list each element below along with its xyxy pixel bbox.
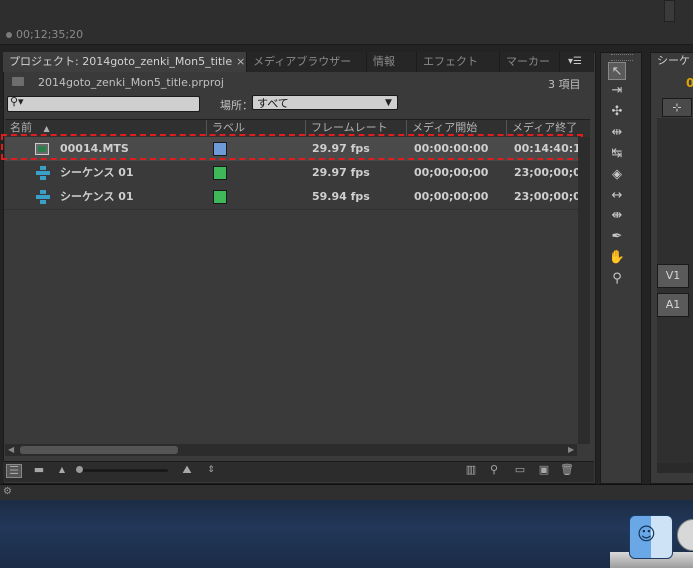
media-end-value: 23;00;00;01 (514, 190, 578, 203)
status-bar (0, 484, 693, 501)
tab-markers-label: マーカー (506, 55, 550, 68)
tab-info-label: 情報 (373, 55, 395, 68)
sort-ascending-icon: ▲ (43, 124, 50, 133)
track-v1-header[interactable]: V1 (657, 264, 689, 288)
scroll-left-icon[interactable]: ◀ (8, 445, 14, 454)
search-input[interactable] (7, 96, 200, 112)
new-item-icon[interactable]: ▣ (537, 464, 551, 476)
row-divider (5, 209, 578, 210)
tab-sequence[interactable]: シーケ (657, 52, 690, 68)
workspace-settings-icon[interactable]: ⚙ (3, 486, 12, 497)
program-monitor-strip (0, 0, 693, 45)
track-a1-header[interactable]: A1 (657, 293, 689, 317)
project-panel (3, 52, 596, 484)
find-icon[interactable]: ⚲ (487, 464, 501, 476)
zoom-tool-icon[interactable]: ⚲ (608, 270, 626, 288)
snap-button[interactable]: ⊹ (662, 98, 692, 117)
timeline-scrollbar[interactable] (657, 463, 693, 473)
location-select[interactable]: すべて (252, 95, 398, 110)
rate-stretch-tool-icon[interactable]: ↹ (608, 145, 626, 163)
search-icon[interactable]: ⚲▾ (10, 95, 24, 108)
column-label-label: ラベル (212, 121, 245, 134)
frame-rate-value: 29.97 fps (312, 166, 370, 179)
sequence-icon (36, 190, 50, 204)
project-file-name: 2014goto_zenki_Mon5_title.prproj (38, 76, 224, 89)
media-end-value: 23;00;00;01 (514, 166, 578, 179)
tab-effects-label: エフェクト (423, 55, 478, 68)
column-frame-rate-label: フレームレート (311, 121, 388, 134)
desktop-background (0, 500, 693, 568)
sort-arrows-icon[interactable]: ⇕ (204, 464, 218, 476)
label-color-swatch[interactable] (213, 166, 227, 180)
monitor-scrollbar[interactable] (664, 0, 675, 22)
hand-tool-icon[interactable]: ✋ (608, 249, 626, 267)
list-view-icon[interactable]: ☰ (6, 464, 22, 478)
new-bin-icon[interactable]: ▭ (513, 464, 527, 476)
tab-media-browser-label: メディアブラウザー (253, 55, 352, 68)
pen-tool-icon[interactable]: ✒ (608, 228, 626, 246)
selection-tool-icon[interactable]: ↖ (608, 62, 626, 80)
timeline-timecode[interactable]: 0 (686, 76, 693, 90)
item-count: 3 項目 (548, 78, 581, 91)
timecode-text: 00;12;35;20 (16, 28, 84, 41)
trash-icon[interactable]: 🗑 (560, 464, 574, 476)
location-label: 場所： (220, 99, 253, 112)
panel-menu-icon[interactable]: ▾☰ (560, 54, 590, 70)
horizontal-scroll-thumb[interactable] (20, 446, 178, 454)
media-start-value: 00;00;00;00 (414, 166, 489, 179)
record-dot-icon (6, 32, 12, 38)
item-name: シーケンス 01 (60, 190, 134, 203)
playhead-timecode[interactable]: 00;12;35;20 (6, 28, 83, 41)
razor-tool-icon[interactable]: ◈ (608, 166, 626, 184)
zoom-slider[interactable] (78, 469, 168, 472)
zoom-slider-thumb[interactable] (76, 466, 83, 473)
sequence-icon (36, 166, 50, 180)
tab-effects[interactable]: エフェクト (417, 52, 500, 72)
project-folder-icon (12, 77, 24, 86)
media-start-value: 00;00;00;00 (414, 190, 489, 203)
tab-project-label: プロジェクト: 2014goto_zenki_Mon5_title (9, 55, 233, 68)
column-name-label: 名前 (10, 121, 32, 134)
finder-face-icon: ☺ (637, 524, 656, 545)
tab-info[interactable]: 情報 (367, 52, 417, 72)
zoom-in-mountain-icon[interactable]: ⛰ (178, 464, 196, 476)
slip-tool-icon[interactable]: ↔ (608, 187, 626, 205)
tab-markers[interactable]: マーカー (500, 52, 560, 72)
tab-project[interactable]: プロジェクト: 2014goto_zenki_Mon5_title × (3, 52, 247, 72)
rolling-edit-tool-icon[interactable]: ⇹ (608, 124, 626, 142)
label-color-swatch[interactable] (213, 190, 227, 204)
close-icon[interactable]: × (236, 55, 245, 68)
zoom-out-mountain-icon[interactable]: ▲ (55, 464, 69, 476)
icon-view-icon[interactable]: ▬ (32, 464, 46, 476)
track-select-tool-icon[interactable]: ⇥ (608, 82, 626, 100)
frame-rate-value: 59.94 fps (312, 190, 370, 203)
column-media-start-label: メディア開始 (412, 121, 478, 134)
selection-highlight-box (1, 134, 583, 160)
vertical-scrollbar[interactable] (578, 137, 590, 444)
chevron-down-icon[interactable]: ▼ (385, 95, 392, 111)
item-name: シーケンス 01 (60, 166, 134, 179)
panel-grip[interactable] (611, 54, 633, 61)
column-media-end-label: メディア終了 (512, 121, 578, 134)
slide-tool-icon[interactable]: ⇼ (608, 207, 626, 225)
tab-media-browser[interactable]: メディアブラウザー (247, 52, 367, 72)
bin-automate-icon[interactable]: ▥ (462, 464, 480, 476)
ripple-edit-tool-icon[interactable]: ✣ (608, 103, 626, 121)
scroll-right-icon[interactable]: ▶ (568, 445, 574, 454)
